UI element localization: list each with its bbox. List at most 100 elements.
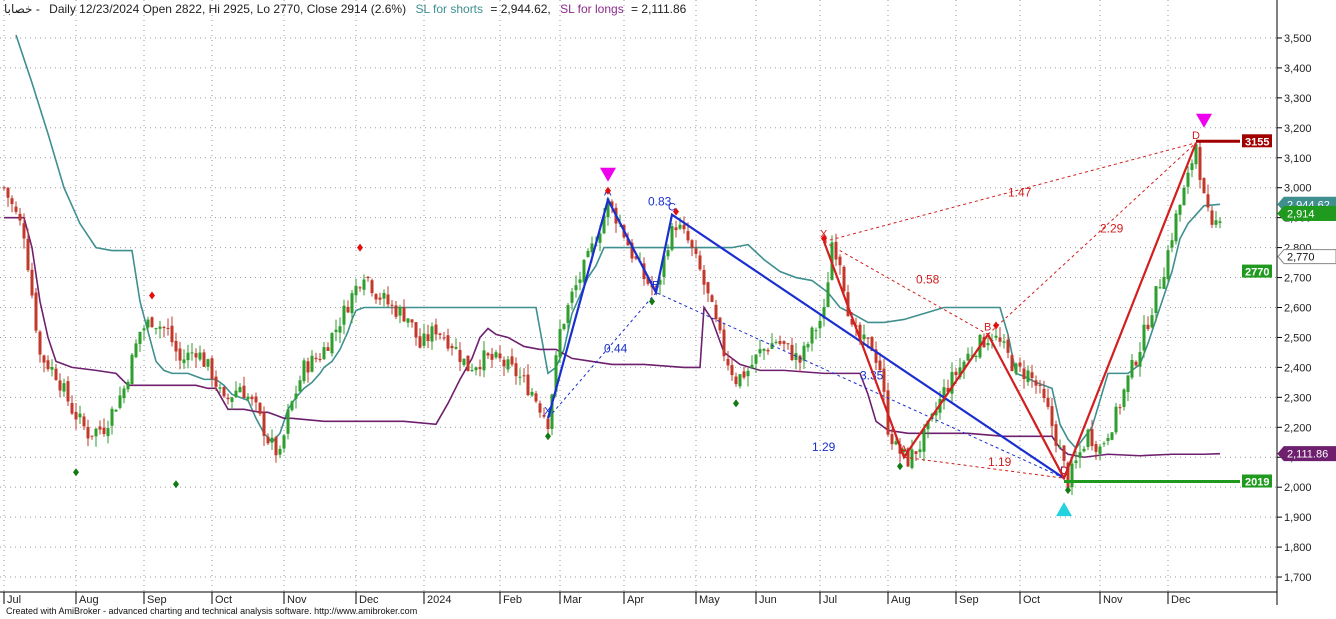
y-tick-label: 2,300 xyxy=(1284,392,1312,404)
candle-body xyxy=(166,327,170,329)
candle-body xyxy=(558,329,562,358)
candle-body xyxy=(502,359,506,367)
candle-body xyxy=(182,359,186,364)
candle-body xyxy=(442,337,446,339)
candle-body xyxy=(1162,276,1166,289)
candle-body xyxy=(306,361,310,373)
candle-body xyxy=(1166,250,1170,280)
candle-body xyxy=(754,354,758,364)
candle-body xyxy=(22,223,26,239)
candle-body xyxy=(1206,194,1210,208)
candle-body xyxy=(526,374,530,396)
candle-body xyxy=(110,408,114,426)
ohlc-text: Daily 12/23/2024 Open 2822, Hi 2925, Lo … xyxy=(49,2,406,16)
level-tag-label: 2019 xyxy=(1245,476,1269,488)
candle-body xyxy=(290,401,294,411)
candle-body xyxy=(374,294,378,300)
blue-pattern-ratio-label: 0.44 xyxy=(604,341,628,355)
candle-body xyxy=(394,305,398,317)
y-tick-label: 1,900 xyxy=(1284,512,1312,524)
candle-body xyxy=(198,352,202,360)
y-tick-label: 3,300 xyxy=(1284,93,1312,105)
candle-body xyxy=(130,354,134,385)
y-tick-label: 3,200 xyxy=(1284,123,1312,135)
candle-body xyxy=(1074,460,1078,464)
candle-body xyxy=(782,341,786,344)
candle-body xyxy=(498,353,502,359)
candle-body xyxy=(510,356,514,365)
x-tick-label: Nov xyxy=(287,594,307,606)
candle-body xyxy=(398,306,402,316)
candle-body xyxy=(1098,446,1102,455)
candle-body xyxy=(6,187,10,198)
candle-body xyxy=(1158,287,1162,289)
candle-body xyxy=(582,259,586,283)
candle-body xyxy=(258,402,262,414)
header-dash: - xyxy=(36,2,40,16)
candle-body xyxy=(570,291,574,303)
candle-body xyxy=(250,396,254,400)
candle-body xyxy=(974,356,978,358)
candle-body xyxy=(274,437,278,456)
candle-body xyxy=(42,355,46,363)
candle-body xyxy=(1046,397,1050,407)
x-tick-label: Sep xyxy=(147,594,167,606)
candle-body xyxy=(774,341,778,343)
candle-body xyxy=(574,285,578,291)
candle-body xyxy=(134,343,138,358)
candle-body xyxy=(1082,448,1086,452)
x-tick-label: Nov xyxy=(1103,594,1123,606)
candle-body xyxy=(802,345,806,361)
candle-body xyxy=(518,376,522,378)
candle-body xyxy=(718,317,722,331)
candle-body xyxy=(1182,187,1186,206)
candle-body xyxy=(450,345,454,349)
candle-body xyxy=(1118,407,1122,409)
candle-body xyxy=(494,352,498,358)
candle-body xyxy=(766,349,770,352)
candle-body xyxy=(818,320,822,329)
candle-body xyxy=(522,375,526,377)
candle-body xyxy=(1130,359,1134,378)
blue-pattern-ratio-label: 1.29 xyxy=(812,440,836,454)
candle-body xyxy=(390,304,394,306)
candle-body xyxy=(698,255,702,270)
candle-body xyxy=(530,391,534,396)
y-tick-label: 2,000 xyxy=(1284,482,1312,494)
price-chart[interactable]: XABCD0.830.441.293.35XABCD1.470.582.291.… xyxy=(0,0,1336,619)
candle-body xyxy=(202,352,206,367)
candle-body xyxy=(278,448,282,455)
candle-body xyxy=(14,206,18,212)
candle-body xyxy=(1014,363,1018,374)
candle-body xyxy=(154,328,158,330)
y-tick-label: 3,400 xyxy=(1284,63,1312,75)
candle-body xyxy=(118,395,122,408)
candle-body xyxy=(722,329,726,357)
sl-shorts-label: SL for shorts xyxy=(415,2,483,16)
candle-body xyxy=(322,347,326,360)
x-tick-label: Sep xyxy=(959,594,979,606)
candle-body xyxy=(354,285,358,296)
candle-body xyxy=(474,367,478,371)
candle-body xyxy=(318,358,322,361)
x-tick-label: Apr xyxy=(627,594,644,606)
candle-body xyxy=(1038,384,1042,386)
x-tick-label: Oct xyxy=(215,594,232,606)
candle-body xyxy=(1210,210,1214,225)
candle-body xyxy=(402,307,406,322)
candle-body xyxy=(670,226,674,250)
candle-body xyxy=(758,349,762,354)
candle-body xyxy=(682,224,686,230)
candle-body xyxy=(714,304,718,320)
candle-body xyxy=(190,352,194,354)
candle-body xyxy=(890,434,894,445)
blue-pattern-ratio-label: 0.83 xyxy=(648,195,672,209)
candle-body xyxy=(158,326,162,329)
candle-body xyxy=(294,393,298,399)
candle-body xyxy=(922,428,926,452)
candle-body xyxy=(150,317,154,328)
y-tick-label: 2,600 xyxy=(1284,302,1312,314)
candle-body xyxy=(694,248,698,254)
candle-body xyxy=(462,358,466,365)
candle-body xyxy=(586,251,590,258)
